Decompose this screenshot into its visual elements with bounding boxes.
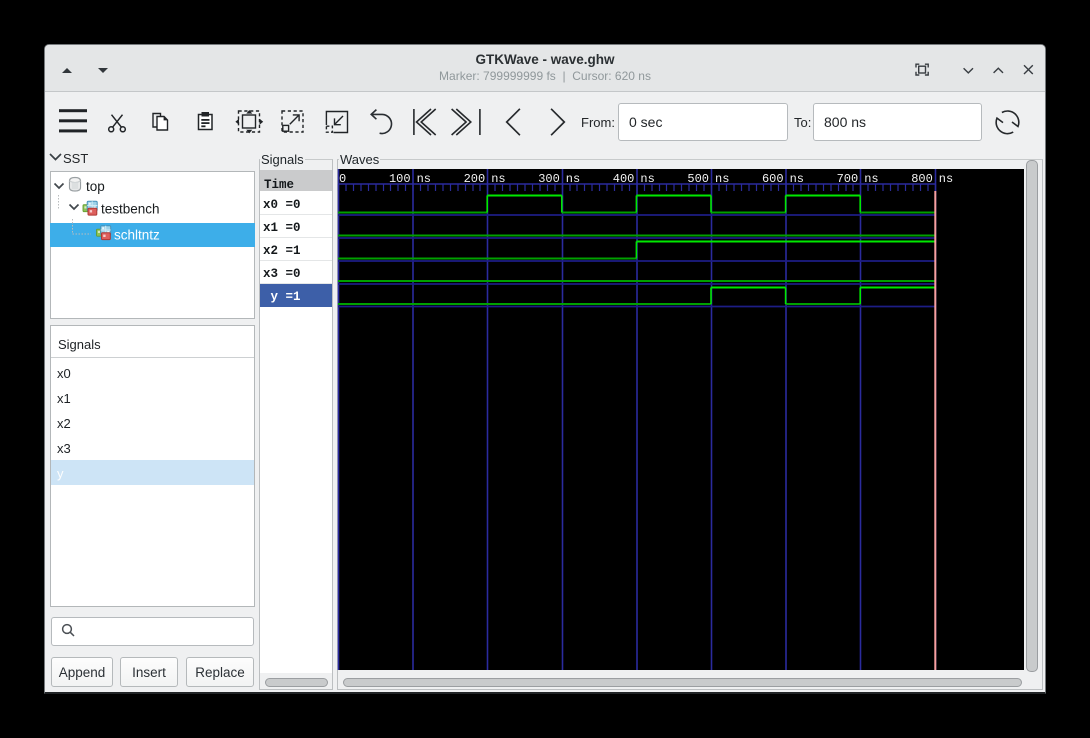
svg-text:ns: ns bbox=[790, 172, 804, 186]
svg-text:500: 500 bbox=[687, 172, 709, 186]
svg-text:300: 300 bbox=[538, 172, 560, 186]
svg-text:ns: ns bbox=[640, 172, 654, 186]
svg-text:testbench: testbench bbox=[101, 201, 160, 216]
svg-text:ns: ns bbox=[491, 172, 505, 186]
svg-text:ns: ns bbox=[939, 172, 953, 186]
svg-text:ns: ns bbox=[417, 172, 431, 186]
svg-text:800: 800 bbox=[911, 172, 933, 186]
svg-text:ns: ns bbox=[715, 172, 729, 186]
svg-text:top: top bbox=[86, 179, 105, 194]
svg-text:100: 100 bbox=[389, 172, 411, 186]
svg-text:0: 0 bbox=[339, 172, 346, 186]
svg-text:ns: ns bbox=[566, 172, 580, 186]
svg-text:ns: ns bbox=[864, 172, 878, 186]
svg-text:700: 700 bbox=[837, 172, 859, 186]
svg-text:400: 400 bbox=[613, 172, 635, 186]
svg-text:600: 600 bbox=[762, 172, 784, 186]
svg-text:200: 200 bbox=[464, 172, 486, 186]
svg-text:schltntz: schltntz bbox=[114, 227, 160, 242]
